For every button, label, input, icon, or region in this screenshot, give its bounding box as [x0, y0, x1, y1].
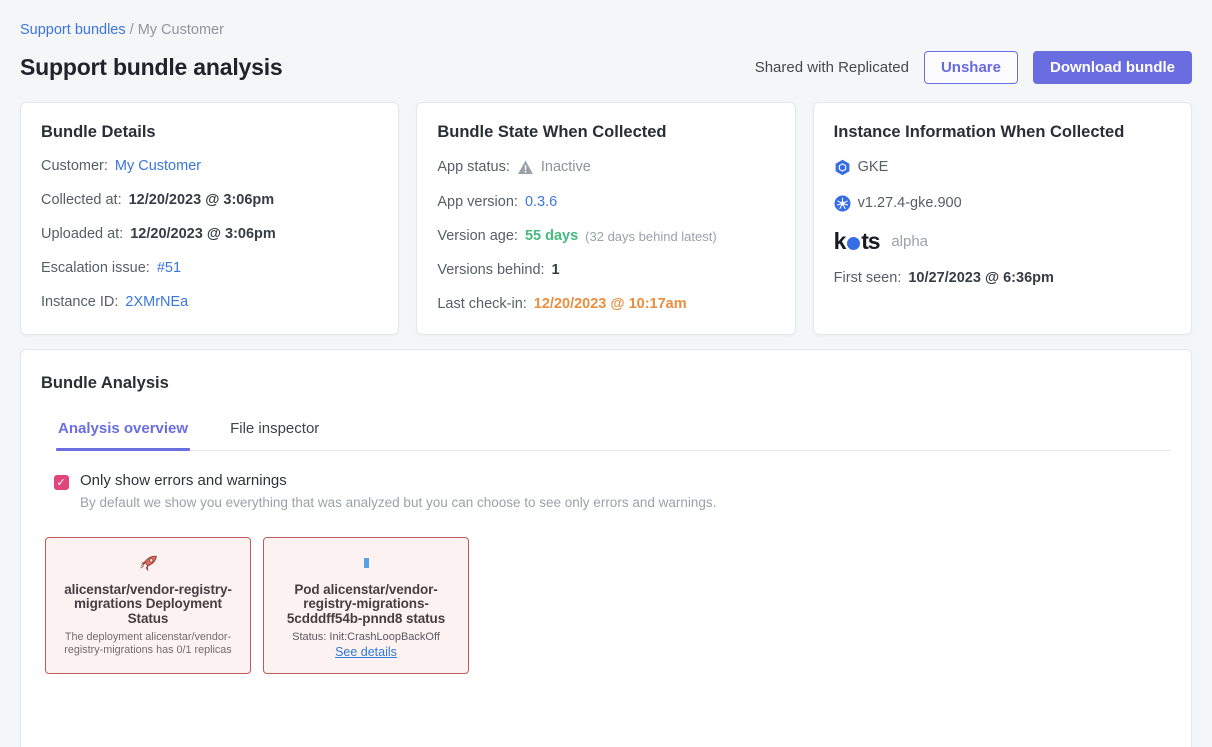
- only-errors-label[interactable]: Only show errors and warnings: [80, 472, 716, 489]
- result-card-description: The deployment alicenstar/vendor-registr…: [56, 631, 240, 656]
- versions-behind-row: Versions behind: 1: [437, 263, 774, 278]
- version-age-note: (32 days behind latest): [585, 229, 717, 244]
- kubernetes-version-row: v1.27.4-gke.900: [834, 195, 1171, 212]
- tab-analysis-overview[interactable]: Analysis overview: [58, 420, 188, 450]
- breadcrumb-current: My Customer: [138, 22, 224, 38]
- download-bundle-button[interactable]: Download bundle: [1033, 51, 1192, 84]
- bundle-state-card: Bundle State When Collected App status: …: [416, 102, 795, 335]
- only-errors-checkbox[interactable]: [54, 475, 69, 490]
- instance-info-card: Instance Information When Collected GKE: [813, 102, 1192, 335]
- support-bundle-analysis-page: Support bundles / My Customer Support bu…: [0, 0, 1212, 747]
- kots-logo-ts: ts: [861, 228, 879, 255]
- kots-version-row: kots alpha: [834, 228, 1171, 255]
- customer-row: Customer: My Customer: [41, 159, 378, 174]
- kots-logo-k: k: [834, 228, 846, 255]
- tab-file-inspector[interactable]: File inspector: [230, 420, 319, 450]
- app-version-link[interactable]: 0.3.6: [525, 195, 557, 210]
- app-version-label: App version:: [437, 195, 518, 210]
- collected-at-label: Collected at:: [41, 193, 122, 208]
- escalation-issue-link[interactable]: #51: [157, 261, 181, 276]
- breadcrumb: Support bundles / My Customer: [20, 22, 1192, 38]
- collected-at-row: Collected at: 12/20/2023 @ 3:06pm: [41, 193, 378, 208]
- only-errors-description: By default we show you everything that w…: [80, 495, 716, 510]
- customer-link[interactable]: My Customer: [115, 159, 201, 174]
- customer-label: Customer:: [41, 159, 108, 174]
- instance-info-title: Instance Information When Collected: [834, 123, 1171, 142]
- result-card-title: alicenstar/vendor-registry-migrations De…: [56, 583, 240, 626]
- bundle-state-title: Bundle State When Collected: [437, 123, 774, 142]
- app-status-value: Inactive: [541, 160, 591, 175]
- instance-id-link[interactable]: 2XMrNEa: [125, 295, 188, 310]
- first-seen-value: 10/27/2023 @ 6:36pm: [908, 271, 1054, 286]
- filter-text-block: Only show errors and warnings By default…: [80, 472, 716, 510]
- escalation-issue-row: Escalation issue: #51: [41, 261, 378, 276]
- uploaded-at-label: Uploaded at:: [41, 227, 123, 242]
- result-card-status: Status: Init:CrashLoopBackOff: [274, 631, 458, 643]
- analysis-result-cards: alicenstar/vendor-registry-migrations De…: [45, 537, 1171, 674]
- page-title: Support bundle analysis: [20, 54, 283, 81]
- distribution-value: GKE: [858, 160, 889, 175]
- first-seen-row: First seen: 10/27/2023 @ 6:36pm: [834, 271, 1171, 286]
- kubernetes-version-value: v1.27.4-gke.900: [858, 196, 962, 211]
- pod-icon: [274, 549, 458, 577]
- versions-behind-label: Versions behind:: [437, 263, 544, 278]
- last-checkin-label: Last check-in:: [437, 297, 526, 312]
- kots-channel: alpha: [891, 233, 928, 250]
- uploaded-at-row: Uploaded at: 12/20/2023 @ 3:06pm: [41, 227, 378, 242]
- see-details-link[interactable]: See details: [335, 645, 397, 659]
- breadcrumb-separator: /: [130, 22, 134, 38]
- collected-at-value: 12/20/2023 @ 3:06pm: [129, 193, 275, 208]
- escalation-issue-label: Escalation issue:: [41, 261, 150, 276]
- rocket-icon: [56, 549, 240, 577]
- analysis-tabs: Analysis overview File inspector: [58, 420, 1171, 451]
- breadcrumb-support-bundles-link[interactable]: Support bundles: [20, 22, 126, 38]
- bundle-details-title: Bundle Details: [41, 123, 378, 142]
- version-age-row: Version age: 55 days (32 days behind lat…: [437, 229, 774, 244]
- bundle-details-card: Bundle Details Customer: My Customer Col…: [20, 102, 399, 335]
- instance-id-row: Instance ID: 2XMrNEa: [41, 295, 378, 310]
- kots-logo-o-icon: o: [847, 237, 860, 250]
- pod-status-result-card: Pod alicenstar/vendor-registry-migration…: [263, 537, 469, 674]
- bundle-analysis-title: Bundle Analysis: [41, 374, 1171, 393]
- first-seen-label: First seen:: [834, 271, 902, 286]
- unshare-button[interactable]: Unshare: [924, 51, 1018, 84]
- header-actions: Shared with Replicated Unshare Download …: [755, 51, 1192, 84]
- page-header: Support bundle analysis Shared with Repl…: [20, 51, 1192, 84]
- summary-cards-row: Bundle Details Customer: My Customer Col…: [20, 102, 1192, 335]
- warning-triangle-icon: [517, 159, 534, 176]
- last-checkin-row: Last check-in: 12/20/2023 @ 10:17am: [437, 297, 774, 312]
- uploaded-at-value: 12/20/2023 @ 3:06pm: [130, 227, 276, 242]
- versions-behind-value: 1: [552, 263, 560, 278]
- app-version-row: App version: 0.3.6: [437, 195, 774, 210]
- version-age-value: 55 days: [525, 229, 578, 244]
- kots-logo: kots: [834, 228, 880, 255]
- last-checkin-value: 12/20/2023 @ 10:17am: [534, 297, 687, 312]
- result-card-title: Pod alicenstar/vendor-registry-migration…: [274, 583, 458, 626]
- deployment-status-result-card: alicenstar/vendor-registry-migrations De…: [45, 537, 251, 674]
- shared-status-text: Shared with Replicated: [755, 59, 909, 76]
- filter-row: Only show errors and warnings By default…: [54, 472, 1171, 510]
- app-status-label: App status:: [437, 160, 510, 175]
- bundle-analysis-card: Bundle Analysis Analysis overview File i…: [20, 349, 1192, 747]
- version-age-label: Version age:: [437, 229, 518, 244]
- app-status-row: App status: Inactive: [437, 159, 774, 176]
- gke-icon: [834, 159, 851, 176]
- instance-id-label: Instance ID:: [41, 295, 118, 310]
- distribution-row: GKE: [834, 159, 1171, 176]
- kubernetes-icon: [834, 195, 851, 212]
